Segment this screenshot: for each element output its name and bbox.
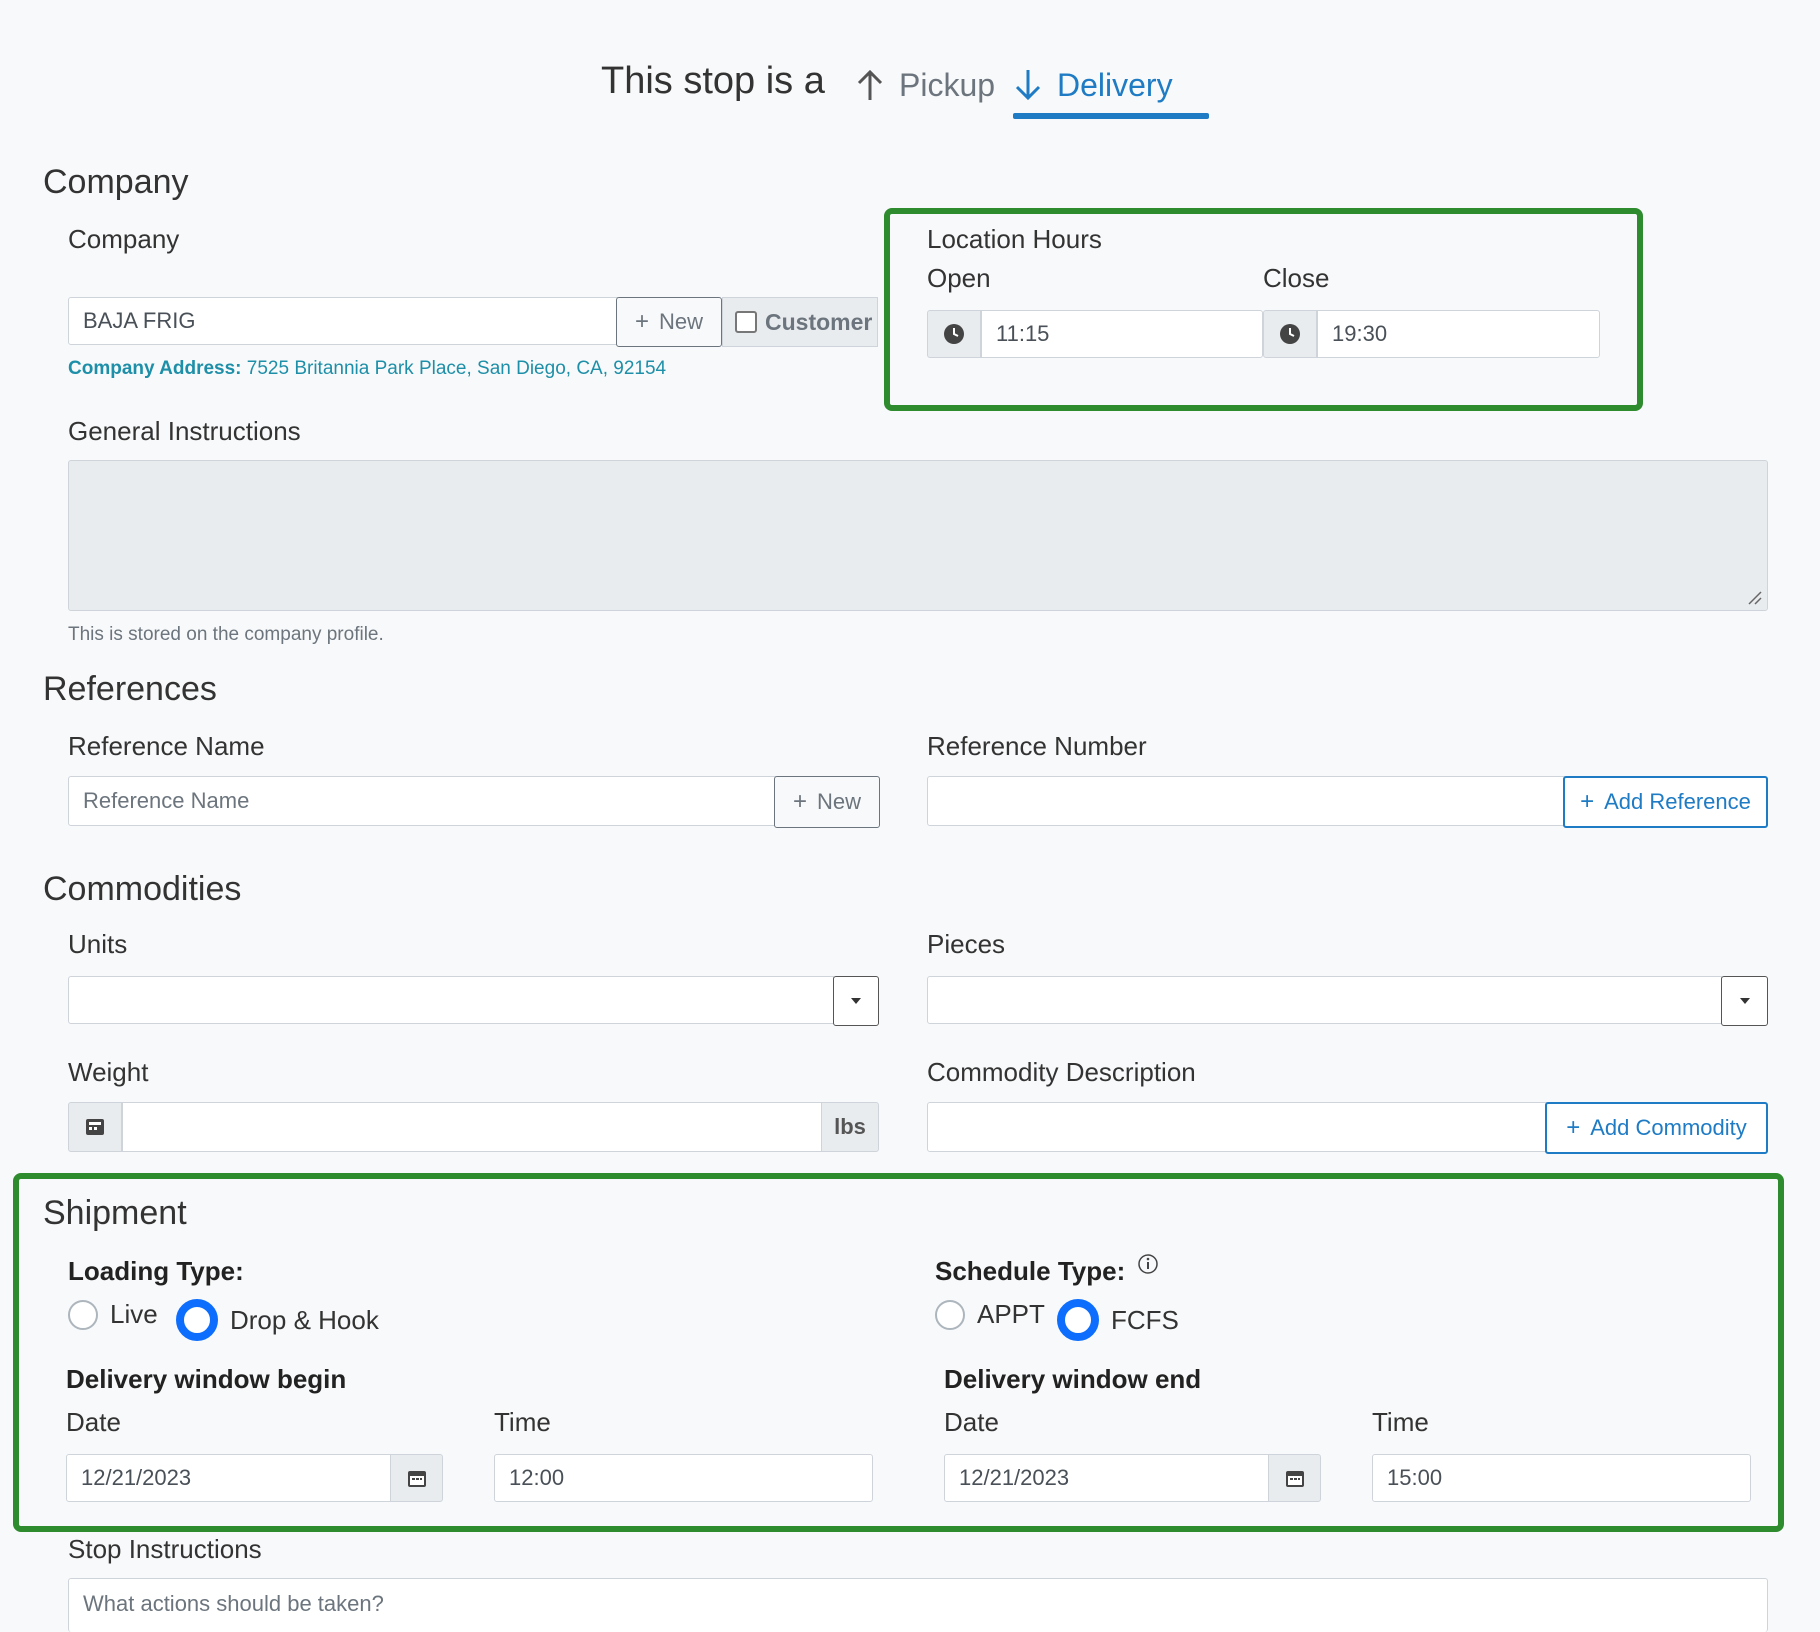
reference-number-input[interactable] <box>927 776 1565 826</box>
add-commodity-button[interactable]: + Add Commodity <box>1545 1102 1768 1154</box>
begin-time-input[interactable]: 12:00 <box>494 1454 873 1502</box>
schedule-option-appt[interactable]: APPT <box>935 1299 1045 1330</box>
units-dropdown-button[interactable] <box>833 976 879 1026</box>
company-address: Company Address: 7525 Britannia Park Pla… <box>68 358 666 380</box>
arrow-up-icon <box>857 69 883 100</box>
schedule-appt-radio[interactable] <box>935 1299 965 1330</box>
company-field-label: Company <box>68 224 180 254</box>
location-hours-title: Location Hours <box>927 224 1102 254</box>
commodities-section-title: Commodities <box>43 870 242 908</box>
caret-down-icon <box>851 998 861 1004</box>
commodity-description-input[interactable] <box>927 1102 1547 1152</box>
open-clock-addon <box>927 310 981 358</box>
units-select[interactable] <box>68 976 834 1024</box>
loading-drop-hook-radio[interactable] <box>176 1299 218 1341</box>
loading-option-drop-hook[interactable]: Drop & Hook <box>176 1299 379 1341</box>
add-reference-label: Add Reference <box>1604 789 1751 814</box>
end-time-input[interactable]: 15:00 <box>1372 1454 1751 1502</box>
units-label: Units <box>68 929 128 959</box>
customer-label: Customer <box>765 308 873 335</box>
pieces-dropdown-button[interactable] <box>1721 976 1768 1026</box>
company-address-label: Company Address: <box>68 358 242 379</box>
reference-new-button[interactable]: + New <box>774 776 880 828</box>
delivery-tab[interactable]: Delivery <box>1013 55 1173 115</box>
schedule-fcfs-radio[interactable] <box>1057 1299 1099 1341</box>
pickup-label: Pickup <box>899 66 996 103</box>
general-instructions-label: General Instructions <box>68 416 301 446</box>
customer-checkbox-group[interactable]: Customer <box>722 297 878 347</box>
customer-checkbox[interactable] <box>735 311 757 333</box>
reference-name-label: Reference Name <box>68 731 265 761</box>
weight-calculator-addon[interactable] <box>68 1102 122 1152</box>
begin-date-label: Date <box>66 1407 121 1437</box>
delivery-tab-underline <box>1013 113 1209 119</box>
general-instructions-textarea[interactable] <box>68 460 1768 611</box>
resize-handle-icon[interactable] <box>1747 590 1763 606</box>
loading-option-live[interactable]: Live <box>68 1299 158 1330</box>
schedule-type-heading: Schedule Type: <box>935 1253 1159 1287</box>
close-label: Close <box>1263 263 1330 293</box>
plus-icon: + <box>1580 788 1595 815</box>
schedule-type-label: Schedule Type: <box>935 1256 1126 1286</box>
begin-time-label: Time <box>494 1407 551 1437</box>
delivery-window-begin-label: Delivery window begin <box>66 1364 347 1394</box>
add-commodity-label: Add Commodity <box>1590 1115 1747 1140</box>
loading-drop-hook-label: Drop & Hook <box>230 1304 379 1335</box>
add-reference-button[interactable]: + Add Reference <box>1563 776 1768 828</box>
company-new-button[interactable]: + New <box>616 297 722 347</box>
plus-icon: + <box>1566 1114 1581 1141</box>
delivery-window-end-label: Delivery window end <box>944 1364 1202 1394</box>
open-time-input[interactable]: 11:15 <box>981 310 1263 358</box>
commodity-description-label: Commodity Description <box>927 1057 1196 1087</box>
weight-label: Weight <box>68 1057 149 1087</box>
weight-unit: lbs <box>834 1114 866 1139</box>
open-label: Open <box>927 263 991 293</box>
pieces-select[interactable] <box>927 976 1722 1024</box>
clock-icon <box>944 324 964 344</box>
weight-unit-addon: lbs <box>821 1102 879 1152</box>
schedule-fcfs-label: FCFS <box>1111 1304 1179 1335</box>
company-new-label: New <box>659 309 704 334</box>
loading-live-radio[interactable] <box>68 1299 98 1330</box>
end-time-label: Time <box>1372 1407 1429 1437</box>
end-date-input[interactable]: 12/21/2023 <box>944 1454 1269 1502</box>
delivery-label: Delivery <box>1057 66 1173 103</box>
schedule-appt-label: APPT <box>977 1299 1045 1329</box>
pickup-tab[interactable]: Pickup <box>855 55 995 115</box>
end-date-calendar-button[interactable] <box>1268 1454 1321 1502</box>
references-section-title: References <box>43 670 217 708</box>
caret-down-icon <box>1739 998 1750 1004</box>
begin-date-calendar-button[interactable] <box>390 1454 443 1502</box>
loading-type-label: Loading Type: <box>68 1256 244 1286</box>
end-date-label: Date <box>944 1407 999 1437</box>
general-instructions-help: This is stored on the company profile. <box>68 624 384 645</box>
loading-live-label: Live <box>110 1299 158 1329</box>
info-icon[interactable] <box>1137 1253 1159 1275</box>
reference-name-input[interactable]: Reference Name <box>68 776 776 826</box>
stop-instructions-input[interactable]: What actions should be taken? <box>68 1578 1768 1632</box>
pieces-label: Pieces <box>927 929 1006 959</box>
company-address-value: 7525 Britannia Park Place, San Diego, CA… <box>246 358 667 379</box>
close-time-input[interactable]: 19:30 <box>1317 310 1600 358</box>
calculator-icon <box>86 1119 104 1135</box>
plus-icon: + <box>792 788 807 815</box>
begin-date-input[interactable]: 12/21/2023 <box>66 1454 391 1502</box>
company-input[interactable]: BAJA FRIG <box>68 297 618 345</box>
calendar-icon <box>1285 1471 1304 1487</box>
plus-icon: + <box>634 308 649 335</box>
stop-type-prefix: This stop is a <box>601 60 825 102</box>
calendar-icon <box>407 1471 426 1487</box>
close-clock-addon <box>1263 310 1317 358</box>
company-section-title: Company <box>43 163 189 201</box>
reference-new-label: New <box>817 789 862 814</box>
reference-number-label: Reference Number <box>927 731 1147 761</box>
weight-input[interactable] <box>122 1102 822 1152</box>
arrow-down-icon <box>1015 70 1041 101</box>
shipment-section-title: Shipment <box>43 1194 187 1232</box>
clock-icon <box>1280 324 1300 344</box>
schedule-option-fcfs[interactable]: FCFS <box>1057 1299 1179 1341</box>
stop-instructions-label: Stop Instructions <box>68 1534 262 1564</box>
